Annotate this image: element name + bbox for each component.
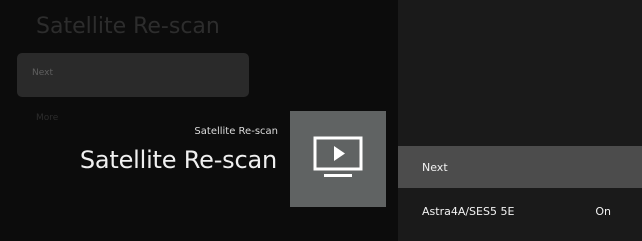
- tv-play-icon: [313, 136, 363, 177]
- background-more-item: More: [36, 113, 59, 123]
- background-next-item: Next: [17, 53, 249, 97]
- action-panel: Next Astra4A/SES5 5E On: [398, 0, 642, 241]
- satellite-name-label: Astra4A/SES5 5E: [422, 205, 515, 218]
- guidance-breadcrumb: Satellite Re-scan: [194, 126, 278, 137]
- guidance-icon-tile: [290, 111, 386, 207]
- background-next-label: Next: [32, 68, 53, 78]
- next-action-label: Next: [422, 161, 448, 174]
- background-title: Satellite Re-scan: [36, 14, 220, 39]
- satellite-status-value: On: [595, 205, 611, 218]
- guidance-title: Satellite Re-scan: [79, 146, 277, 174]
- next-action[interactable]: Next: [398, 146, 642, 188]
- satellite-astra-action[interactable]: Astra4A/SES5 5E On: [398, 190, 642, 232]
